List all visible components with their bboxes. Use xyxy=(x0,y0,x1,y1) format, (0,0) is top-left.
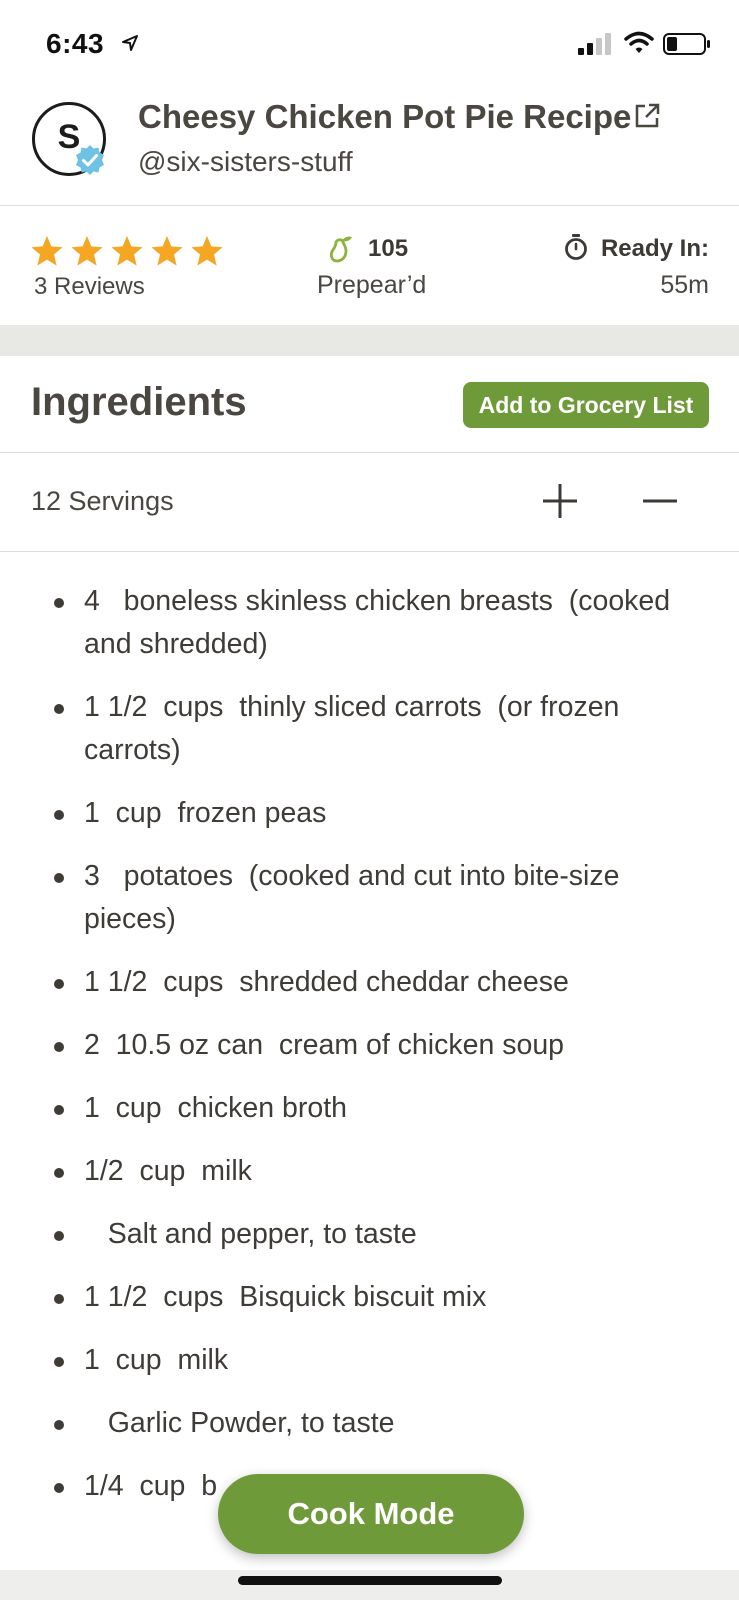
home-indicator[interactable] xyxy=(238,1576,502,1585)
recipe-header: S Cheesy Chicken Pot Pie Recipe @six-sis… xyxy=(0,88,739,206)
ingredient-item: 1 1/2 cups Bisquick biscuit mix xyxy=(0,1276,739,1319)
star-icon xyxy=(31,236,63,266)
ingredient-item: 2 10.5 oz can cream of chicken soup xyxy=(0,1024,739,1067)
status-bar: 6:43 xyxy=(0,0,739,88)
ingredients-list: 4 boneless skinless chicken breasts (coo… xyxy=(0,580,739,1528)
prepeared-label: Prepear’d xyxy=(317,271,427,299)
section-divider xyxy=(0,325,739,356)
reviews-count[interactable]: 3 Reviews xyxy=(34,273,145,301)
star-icon xyxy=(151,236,183,266)
ingredient-item: 1 cup chicken broth xyxy=(0,1087,739,1130)
add-to-grocery-list-button[interactable]: Add to Grocery List xyxy=(463,382,709,428)
ready-in-label: Ready In: xyxy=(600,235,709,262)
increase-servings-button[interactable] xyxy=(540,481,580,521)
recipe-stats: 3 Reviews 105 Prepear’d Ready In: 55m xyxy=(0,207,739,325)
author-handle[interactable]: @six-sisters-stuff xyxy=(138,146,353,178)
bottom-band xyxy=(0,1570,739,1600)
battery-icon xyxy=(663,33,710,55)
decrease-servings-button[interactable] xyxy=(640,481,680,521)
star-icon xyxy=(191,236,223,266)
cook-mode-button[interactable]: Cook Mode xyxy=(218,1474,524,1554)
prepeared-count: 105 xyxy=(368,235,409,262)
ingredient-item: 1 1/2 cups shredded cheddar cheese xyxy=(0,961,739,1004)
verified-badge-icon xyxy=(76,145,104,175)
external-link-icon[interactable] xyxy=(633,102,661,130)
star-icon xyxy=(71,236,103,266)
ingredient-item: 3 potatoes (cooked and cut into bite-siz… xyxy=(0,855,739,941)
ingredient-item: 4 boneless skinless chicken breasts (coo… xyxy=(0,580,739,666)
servings-row: 12 Servings xyxy=(0,453,739,552)
location-arrow-icon xyxy=(122,35,138,51)
ingredient-item: 1 cup frozen peas xyxy=(0,792,739,835)
ready-in-value: 55m xyxy=(660,271,709,299)
star-rating[interactable] xyxy=(30,235,224,267)
cellular-signal-icon xyxy=(578,33,611,55)
ingredients-title: Ingredients xyxy=(31,380,247,424)
star-icon xyxy=(111,236,143,266)
timer-icon xyxy=(565,234,587,260)
ingredient-item: 1 cup milk xyxy=(0,1339,739,1382)
ingredient-item: Garlic Powder, to taste xyxy=(0,1402,739,1445)
ingredients-header: Ingredients Add to Grocery List xyxy=(0,356,739,453)
status-time: 6:43 xyxy=(46,28,105,59)
recipe-title: Cheesy Chicken Pot Pie Recipe xyxy=(138,98,632,135)
servings-label: 12 Servings xyxy=(31,486,174,516)
ingredient-item: 1 1/2 cups thinly sliced carrots (or fro… xyxy=(0,686,739,772)
wifi-icon xyxy=(624,31,654,53)
ingredient-item: Salt and pepper, to taste xyxy=(0,1213,739,1256)
ingredient-item: 1/2 cup milk xyxy=(0,1150,739,1193)
prepear-pear-icon xyxy=(329,236,352,263)
